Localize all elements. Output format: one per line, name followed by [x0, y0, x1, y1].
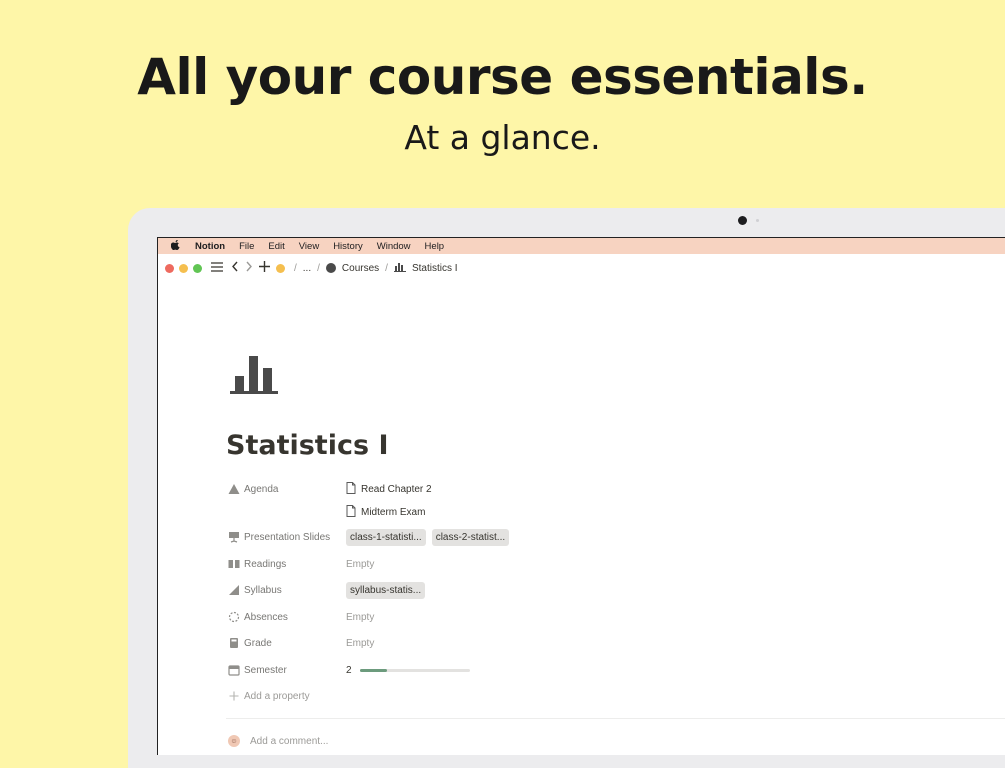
- back-arrow-icon[interactable]: [231, 261, 239, 275]
- semester-progress-bar: [359, 668, 470, 672]
- property-label-text: Readings: [244, 558, 287, 570]
- breadcrumb-courses[interactable]: Courses: [342, 263, 379, 274]
- menu-edit[interactable]: Edit: [268, 241, 284, 252]
- sidebar-toggle-icon[interactable]: [211, 261, 223, 275]
- presentation-icon: [228, 531, 240, 543]
- property-agenda-label[interactable]: Agenda: [228, 483, 346, 495]
- page-content: Statistics I Agenda Read Chapter 2 Midte…: [158, 282, 1005, 755]
- property-slides-label[interactable]: Presentation Slides: [228, 531, 346, 543]
- semester-value[interactable]: 2: [346, 665, 470, 676]
- agenda-item-text: Midterm Exam: [361, 506, 426, 518]
- file-chip-syllabus[interactable]: syllabus-statis...: [346, 581, 426, 599]
- add-property-row[interactable]: Add a property: [228, 687, 828, 705]
- agenda-link-read-chapter-2[interactable]: Read Chapter 2: [346, 481, 432, 497]
- grade-value[interactable]: Empty: [346, 638, 374, 649]
- document-icon: [346, 481, 356, 497]
- hero-headline: All your course essentials.: [137, 48, 868, 106]
- property-semester-label[interactable]: Semester: [228, 664, 346, 676]
- workspace-dot-icon[interactable]: [276, 263, 285, 273]
- menu-view[interactable]: View: [299, 241, 319, 252]
- signal-bars-icon: [228, 584, 240, 596]
- file-chip-class-2[interactable]: class-2-statist...: [431, 528, 510, 546]
- webcam: [738, 216, 747, 225]
- menu-file[interactable]: File: [239, 241, 254, 252]
- agenda-second-row: Midterm Exam: [346, 503, 946, 521]
- property-syllabus-label[interactable]: Syllabus: [228, 584, 346, 596]
- bar-chart-small-icon: [393, 262, 406, 275]
- property-grade: Grade Empty: [228, 634, 828, 652]
- semester-progress-fill: [359, 668, 388, 672]
- hero-subline: At a glance.: [404, 118, 601, 157]
- plus-icon: [228, 690, 240, 702]
- property-label-text: Agenda: [244, 483, 279, 495]
- calculator-icon: [228, 637, 240, 649]
- close-window-button[interactable]: [165, 263, 174, 273]
- property-presentation-slides: Presentation Slides class-1-statisti... …: [228, 528, 828, 546]
- forward-arrow-icon[interactable]: [245, 261, 253, 275]
- property-grade-label[interactable]: Grade: [228, 637, 346, 649]
- menu-window[interactable]: Window: [377, 241, 411, 252]
- add-property-text: Add a property: [244, 690, 310, 702]
- page-title[interactable]: Statistics I: [226, 430, 389, 461]
- property-absences-label[interactable]: Absences: [228, 611, 346, 623]
- new-page-plus-icon[interactable]: [259, 261, 270, 275]
- property-syllabus: Syllabus syllabus-statis...: [228, 581, 828, 599]
- property-readings-label[interactable]: Readings: [228, 558, 346, 570]
- webcam-light: [756, 219, 759, 222]
- menu-help[interactable]: Help: [425, 241, 445, 252]
- property-semester: Semester 2: [228, 661, 828, 679]
- property-label-text: Syllabus: [244, 584, 282, 596]
- avatar: ☺: [228, 735, 240, 747]
- semester-number: 2: [346, 664, 352, 676]
- book-icon: [228, 558, 240, 570]
- document-icon: [346, 504, 356, 520]
- absences-value[interactable]: Empty: [346, 612, 374, 623]
- apple-icon[interactable]: [170, 239, 181, 253]
- bar-chart-icon[interactable]: [230, 356, 278, 399]
- comments-divider: [226, 718, 1005, 719]
- courses-circle-icon: [325, 263, 336, 273]
- file-chip-class-1[interactable]: class-1-statisti...: [346, 528, 426, 546]
- property-label-text: Grade: [244, 637, 272, 649]
- window-titlebar: / ... / Courses / Statistics I: [158, 254, 1005, 282]
- property-label-text: Absences: [244, 611, 288, 623]
- triangle-icon: [228, 483, 240, 495]
- zoom-window-button[interactable]: [193, 263, 202, 273]
- property-agenda: Agenda Read Chapter 2: [228, 480, 828, 498]
- dashed-circle-icon: [228, 611, 240, 623]
- property-label-text: Presentation Slides: [244, 531, 331, 543]
- agenda-item-text: Read Chapter 2: [361, 483, 432, 495]
- property-readings: Readings Empty: [228, 555, 828, 573]
- breadcrumb-ellipsis[interactable]: ...: [303, 263, 311, 274]
- property-label-text: Semester: [244, 664, 287, 676]
- mac-menubar: Notion File Edit View History Window Hel…: [158, 238, 1005, 254]
- readings-value[interactable]: Empty: [346, 559, 374, 570]
- laptop-screen: Notion File Edit View History Window Hel…: [157, 237, 1005, 755]
- comment-placeholder: Add a comment...: [250, 735, 329, 747]
- agenda-link-midterm-exam[interactable]: Midterm Exam: [346, 504, 426, 520]
- property-absences: Absences Empty: [228, 608, 828, 626]
- breadcrumb-current[interactable]: Statistics I: [412, 263, 458, 274]
- comment-input[interactable]: ☺ Add a comment...: [228, 735, 328, 747]
- minimize-window-button[interactable]: [179, 263, 188, 273]
- menu-history[interactable]: History: [333, 241, 363, 252]
- calendar-icon: [228, 664, 240, 676]
- menu-app-name[interactable]: Notion: [195, 241, 225, 252]
